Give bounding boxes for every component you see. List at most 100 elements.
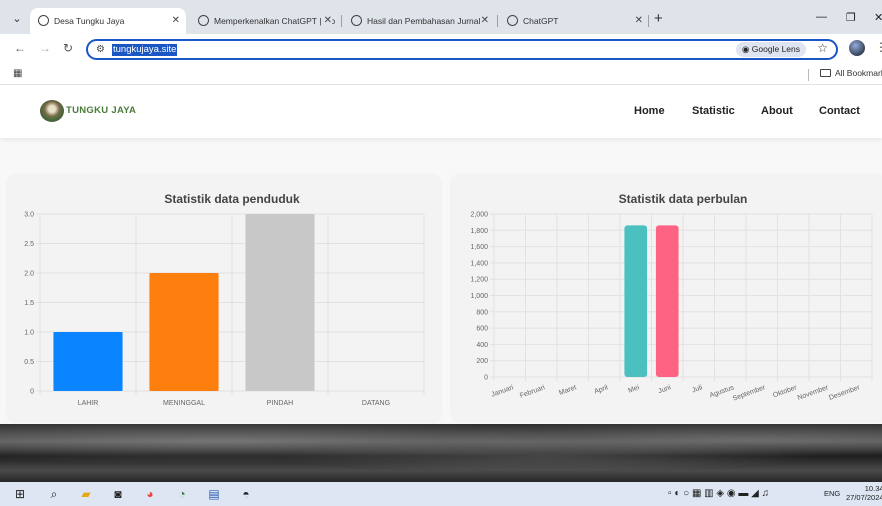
tab-memperkenalkan-chatgpt[interactable]: Memperkenalkan ChatGPT | Op ✕	[190, 8, 338, 34]
chart-perbulan: Statistik data perbulan 0 200 400 600 800 1,00…	[470, 192, 873, 403]
nav-about[interactable]: About	[761, 105, 793, 117]
y-tick-label: 400	[476, 342, 488, 349]
logo-emblem-icon	[40, 100, 64, 122]
x-tick-label: Oktober	[772, 384, 798, 399]
bookmarks-bar: ▦ All Bookmarks	[0, 64, 882, 85]
clock-date: 27/07/2024	[846, 493, 882, 502]
windows-start-icon[interactable]: ⊞	[13, 487, 27, 501]
chrome-profile-icon[interactable]: ◔	[175, 487, 189, 501]
close-window-icon[interactable]: ✕	[874, 11, 882, 24]
x-tick-label: April	[593, 384, 609, 396]
tab-title: Memperkenalkan ChatGPT | Op	[214, 16, 336, 26]
lens-icon: ◉	[742, 44, 752, 54]
y-tick-label: 2,000	[470, 212, 488, 219]
apps-grid-icon[interactable]: ▦	[13, 68, 22, 79]
x-tick-label: LAHIR	[78, 400, 99, 407]
tab-title: ChatGPT	[523, 16, 559, 26]
y-tick-label: 1.0	[24, 330, 34, 337]
reload-icon[interactable]: ↻	[63, 41, 73, 55]
bookmarks-separator	[808, 69, 809, 81]
bar-meninggal	[149, 273, 219, 391]
profile-avatar[interactable]	[849, 40, 865, 56]
folder-icon	[820, 69, 831, 77]
system-clock[interactable]: 10.34 27/07/2024	[846, 484, 882, 502]
x-tick-label: Juni	[657, 384, 672, 395]
y-tick-label: 2.5	[24, 241, 34, 248]
file-explorer-icon[interactable]: ▰	[79, 487, 93, 501]
tab-separator	[497, 15, 498, 27]
tab-separator	[648, 15, 649, 27]
back-arrow-icon[interactable]: ←	[14, 41, 26, 55]
nav-home[interactable]: Home	[634, 105, 665, 117]
nav-contact[interactable]: Contact	[819, 105, 860, 117]
x-tick-label: Februari	[519, 384, 546, 400]
y-tick-label: 1,200	[470, 277, 488, 284]
y-tick-label: 1.5	[24, 300, 34, 307]
close-tab-icon[interactable]: ✕	[635, 8, 643, 34]
tab-chatgpt[interactable]: ChatGPT ✕	[499, 8, 649, 34]
photos-icon[interactable]: ◓	[239, 487, 253, 501]
chart-penduduk: Statistik data penduduk 0 0.5 1.0 1.5 2.0 2.5 3…	[24, 192, 425, 407]
x-tick-label: Januari	[490, 384, 514, 399]
openai-icon	[351, 15, 362, 27]
y-tick-label: 1,800	[470, 228, 488, 235]
hero-background-photo	[0, 424, 882, 482]
forward-arrow-icon[interactable]: →	[39, 41, 51, 55]
site-navbar: TUNGKU JAYA Home Statistic About Contact	[0, 86, 882, 138]
browser-toolbar: ← → ↻ ⚙ tungkujaya.site ◉ Google Lens ☆	[0, 34, 882, 64]
address-bar[interactable]: ⚙ tungkujaya.site ◉ Google Lens ☆	[86, 39, 838, 60]
chart-card-perbulan: Statistik data perbulan 0 200 400 600 800 1,00…	[452, 176, 882, 421]
bar-pindah	[245, 214, 315, 391]
y-tick-label: 200	[476, 358, 488, 365]
close-tab-icon[interactable]: ✕	[172, 8, 180, 34]
chart-title: Statistik data penduduk	[164, 192, 300, 206]
x-tick-label: MENINGGAL	[163, 400, 205, 407]
y-tick-label: 3.0	[24, 212, 34, 219]
x-tick-label: Maret	[558, 384, 577, 397]
close-tab-icon[interactable]: ✕	[320, 8, 332, 34]
y-tick-label: 2.0	[24, 271, 34, 278]
google-lens-button[interactable]: ◉ Google Lens	[736, 42, 806, 57]
globe-icon	[38, 15, 49, 27]
openai-icon	[198, 15, 209, 27]
y-tick-label: 800	[476, 309, 488, 316]
website-viewport: TUNGKU JAYA Home Statistic About Contact…	[0, 86, 882, 482]
tab-separator	[341, 15, 342, 27]
bar-mei	[624, 225, 648, 377]
y-tick-label: 1,000	[470, 293, 488, 300]
new-tab-plus-icon[interactable]: +	[654, 9, 663, 29]
minimize-icon[interactable]: —	[816, 11, 827, 23]
x-tick-label: September	[732, 384, 767, 403]
chrome-icon[interactable]: ◕	[143, 487, 157, 501]
all-bookmarks-button[interactable]: All Bookmarks	[820, 68, 882, 78]
close-tab-icon[interactable]: ✕	[481, 8, 489, 34]
url-text[interactable]: tungkujaya.site	[112, 44, 178, 56]
nav-statistic[interactable]: Statistic	[692, 105, 735, 117]
tab-search-chevron-icon[interactable]: ⌄	[7, 9, 27, 29]
y-tick-label: 1,400	[470, 260, 488, 267]
y-tick-label: 0	[484, 375, 488, 382]
openai-icon	[507, 15, 518, 27]
tab-hasil-pembahasan[interactable]: Hasil dan Pembahasan Jurnal ✕	[343, 8, 495, 34]
restore-icon[interactable]: ❐	[846, 11, 856, 24]
camera-icon[interactable]: ◙	[111, 487, 125, 501]
language-indicator[interactable]: ENG	[824, 489, 840, 498]
tab-title: Desa Tungku Jaya	[54, 16, 125, 26]
site-info-tune-icon[interactable]: ⚙	[96, 44, 105, 55]
x-tick-label: November	[797, 384, 830, 402]
x-tick-label: Juli	[691, 384, 704, 394]
clock-time: 10.34	[864, 484, 882, 493]
windows-taskbar: ⊞ ⌕ ▰ ◙ ◕ ◔ ▤ ◓ ▫ ◐ ○ ▦ ▥ ◈ ◉ ▬ ◢ ♫ ENG …	[0, 482, 882, 506]
chart-title: Statistik data perbulan	[619, 192, 748, 206]
y-tick-label: 1,600	[470, 244, 488, 251]
logo-text: TUNGKU JAYA	[66, 105, 137, 116]
browser-menu-icon[interactable]: ⋮	[875, 40, 882, 54]
search-icon[interactable]: ⌕	[47, 487, 61, 501]
tab-title: Hasil dan Pembahasan Jurnal	[367, 16, 481, 26]
tab-desa-tungku-jaya[interactable]: Desa Tungku Jaya ✕	[30, 8, 186, 34]
x-tick-label: PINDAH	[267, 400, 293, 407]
tray-icons[interactable]: ▫ ◐ ○ ▦ ▥ ◈ ◉ ▬ ◢ ♫	[668, 488, 769, 500]
bookmark-star-icon[interactable]: ☆	[817, 41, 828, 55]
chart-card-penduduk: Statistik data penduduk 0 0.5 1.0 1.5 2.0 2.5 3…	[8, 176, 440, 421]
app-icon[interactable]: ▤	[207, 487, 221, 501]
